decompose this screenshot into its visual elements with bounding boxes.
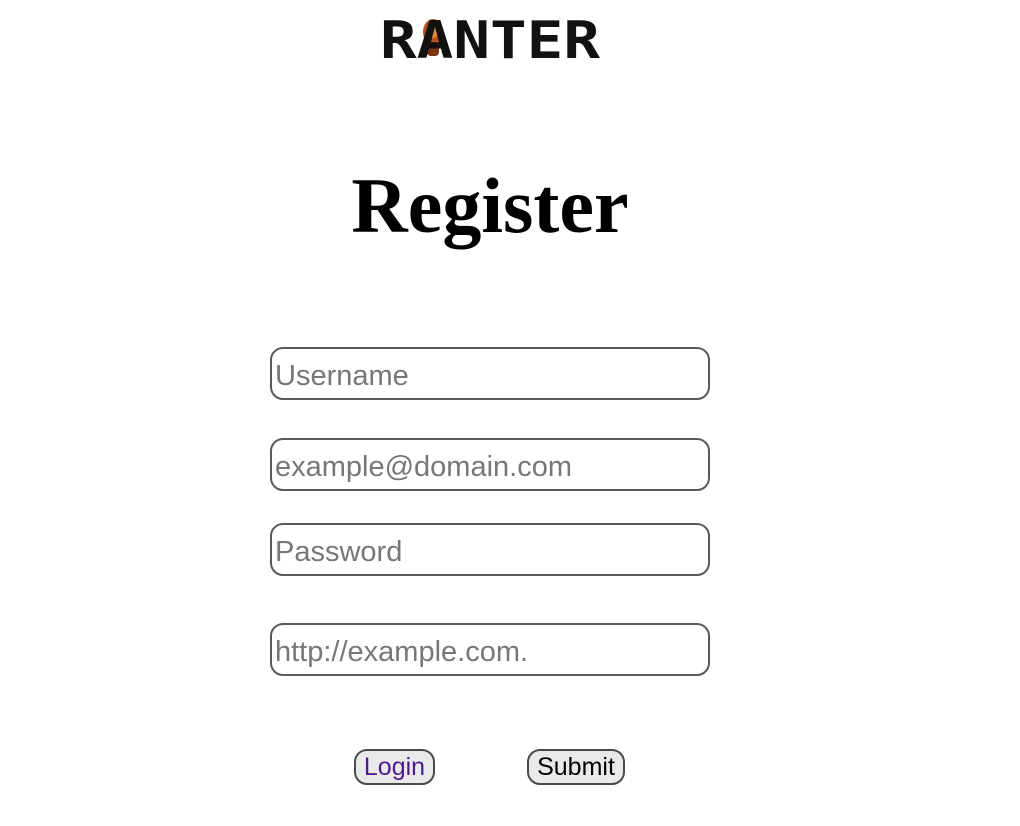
ranter-logo: RANTER	[380, 10, 602, 66]
logo-wordmark: RANTER	[380, 11, 601, 66]
username-input[interactable]	[270, 347, 710, 400]
login-button[interactable]: Login	[354, 749, 435, 785]
website-url-input[interactable]	[270, 623, 710, 676]
ranter-logo-graphic: RANTER	[380, 11, 601, 66]
submit-button[interactable]: Submit	[527, 749, 625, 785]
password-input[interactable]	[270, 523, 710, 576]
page-title: Register	[351, 162, 629, 249]
email-input[interactable]	[270, 438, 710, 491]
